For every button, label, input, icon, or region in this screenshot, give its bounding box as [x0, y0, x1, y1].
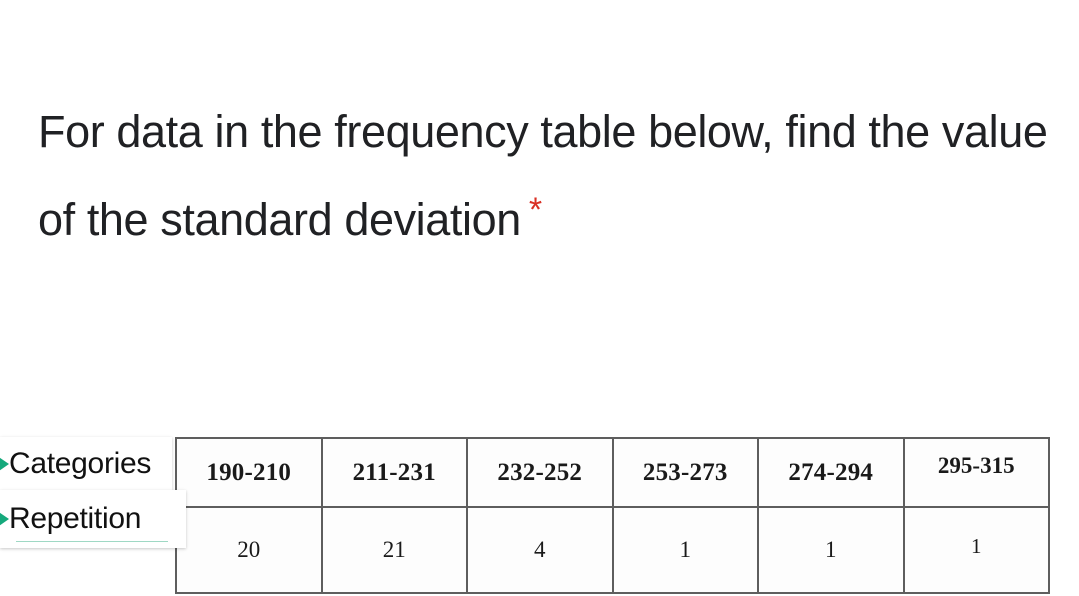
triangle-right-icon [0, 508, 9, 530]
repetition-cell-6: 1 [902, 506, 1050, 594]
repetition-cell-5: 1 [757, 506, 905, 594]
table-row-categories: 190-210 211-231 232-252 253-273 274-294 … [175, 437, 1050, 508]
row-label-categories-text: Categories [9, 446, 152, 480]
category-cell-5: 274-294 [757, 437, 905, 508]
category-cell-1: 190-210 [175, 437, 323, 508]
category-cell-3: 232-252 [466, 437, 614, 508]
required-asterisk: * [528, 191, 542, 229]
table-row-repetition: 20 21 4 1 1 1 [175, 506, 1050, 594]
repetition-underline [16, 541, 168, 542]
repetition-cell-2: 21 [320, 506, 468, 594]
triangle-right-icon [0, 453, 9, 475]
row-label-repetition-text: Repetition [9, 502, 142, 535]
category-cell-2: 211-231 [320, 437, 468, 508]
question-text: For data in the frequency table below, f… [38, 106, 1060, 245]
repetition-cell-3: 4 [466, 506, 614, 594]
frequency-table-grid: 190-210 211-231 232-252 253-273 274-294 … [175, 437, 1050, 594]
row-label-categories: Categories [0, 437, 172, 490]
category-cell-4: 253-273 [611, 437, 759, 508]
row-label-repetition: Repetition [0, 490, 186, 548]
repetition-cell-4: 1 [611, 506, 759, 594]
category-cell-6: 295-315 [902, 437, 1050, 508]
question-heading: For data in the frequency table below, f… [38, 88, 1048, 264]
frequency-table: 190-210 211-231 232-252 253-273 274-294 … [175, 437, 1050, 594]
repetition-cell-1: 20 [175, 506, 323, 594]
